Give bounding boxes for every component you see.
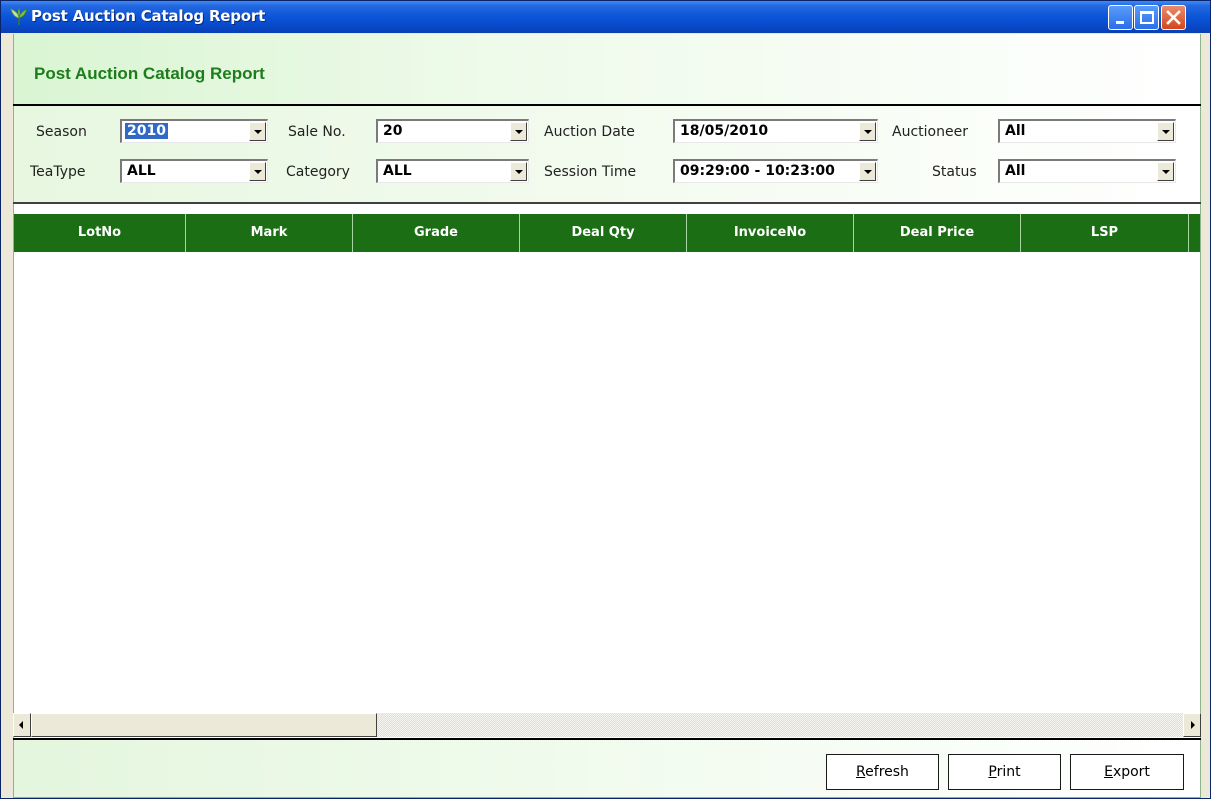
column-header-mark[interactable]: Mark bbox=[186, 214, 353, 252]
minimize-icon bbox=[1116, 21, 1124, 24]
chevron-down-icon[interactable] bbox=[859, 122, 876, 141]
tea-leaf-icon bbox=[10, 7, 28, 26]
filter-panel: Season 2010 Sale No. 20 Auction Date 18/… bbox=[13, 106, 1201, 202]
chevron-down-icon[interactable] bbox=[249, 122, 266, 141]
column-header-lsp[interactable]: LSP bbox=[1021, 214, 1189, 252]
category-select[interactable]: ALL bbox=[376, 159, 529, 183]
category-value: ALL bbox=[383, 163, 412, 179]
season-label: Season bbox=[36, 124, 87, 140]
status-value: All bbox=[1005, 163, 1026, 179]
horizontal-scrollbar[interactable] bbox=[13, 713, 1201, 737]
maximize-icon bbox=[1140, 11, 1154, 24]
sale-no-select[interactable]: 20 bbox=[376, 119, 529, 143]
scroll-right-icon[interactable] bbox=[1183, 713, 1201, 737]
print-button-label: rint bbox=[996, 764, 1021, 780]
minimize-button[interactable] bbox=[1108, 5, 1133, 30]
season-value: 2010 bbox=[125, 123, 168, 139]
chevron-down-icon[interactable] bbox=[510, 162, 527, 181]
page-title: Post Auction Catalog Report bbox=[34, 64, 265, 83]
refresh-button[interactable]: Refresh bbox=[826, 754, 939, 790]
column-header-deal-qty[interactable]: Deal Qty bbox=[520, 214, 687, 252]
auction-date-label: Auction Date bbox=[544, 124, 635, 140]
export-button[interactable]: Export bbox=[1070, 754, 1184, 790]
category-label: Category bbox=[286, 164, 350, 180]
refresh-button-label: efresh bbox=[865, 764, 909, 780]
auctioneer-select[interactable]: All bbox=[998, 119, 1176, 143]
tea-type-label: TeaType bbox=[30, 164, 86, 180]
status-label: Status bbox=[932, 164, 977, 180]
report-header: Post Auction Catalog Report bbox=[13, 34, 1201, 105]
chevron-down-icon[interactable] bbox=[510, 122, 527, 141]
print-button-accel: P bbox=[988, 764, 997, 780]
auctioneer-value: All bbox=[1005, 123, 1026, 139]
scroll-left-icon[interactable] bbox=[13, 713, 31, 737]
maximize-button[interactable] bbox=[1134, 5, 1159, 30]
chevron-down-icon[interactable] bbox=[1157, 122, 1174, 141]
auction-date-value: 18/05/2010 bbox=[680, 123, 769, 139]
column-header-grade[interactable]: Grade bbox=[353, 214, 520, 252]
sale-no-label: Sale No. bbox=[288, 124, 346, 140]
tea-type-value: ALL bbox=[127, 163, 156, 179]
session-time-select[interactable]: 09:29:00 - 10:23:00 bbox=[673, 159, 878, 183]
session-time-value: 09:29:00 - 10:23:00 bbox=[680, 163, 835, 179]
close-button[interactable] bbox=[1161, 5, 1186, 30]
footer-bar: Refresh Print Export bbox=[13, 740, 1201, 798]
scrollbar-thumb[interactable] bbox=[31, 713, 377, 737]
results-grid[interactable]: LotNo Mark Grade Deal Qty InvoiceNo Deal… bbox=[13, 204, 1201, 740]
auction-date-select[interactable]: 18/05/2010 bbox=[673, 119, 878, 143]
chevron-down-icon[interactable] bbox=[1157, 162, 1174, 181]
tea-type-select[interactable]: ALL bbox=[120, 159, 268, 183]
status-select[interactable]: All bbox=[998, 159, 1176, 183]
window-title: Post Auction Catalog Report bbox=[31, 7, 266, 25]
auctioneer-label: Auctioneer bbox=[892, 124, 968, 140]
sale-no-value: 20 bbox=[383, 123, 403, 139]
export-button-accel: E bbox=[1104, 764, 1113, 780]
session-time-label: Session Time bbox=[544, 164, 637, 180]
scrollbar-track[interactable] bbox=[377, 713, 1183, 737]
column-header-invoiceno[interactable]: InvoiceNo bbox=[687, 214, 854, 252]
chevron-down-icon[interactable] bbox=[859, 162, 876, 181]
export-button-label: xport bbox=[1112, 764, 1150, 780]
grid-header-row: LotNo Mark Grade Deal Qty InvoiceNo Deal… bbox=[14, 214, 1200, 252]
refresh-button-accel: R bbox=[856, 764, 866, 780]
season-select[interactable]: 2010 bbox=[120, 119, 268, 143]
chevron-down-icon[interactable] bbox=[249, 162, 266, 181]
app-window: Post Auction Catalog Report Post Auction… bbox=[0, 0, 1211, 799]
column-header-lotno[interactable]: LotNo bbox=[14, 214, 186, 252]
title-bar[interactable]: Post Auction Catalog Report bbox=[1, 1, 1210, 33]
print-button[interactable]: Print bbox=[948, 754, 1061, 790]
column-header-deal-price[interactable]: Deal Price bbox=[854, 214, 1021, 252]
